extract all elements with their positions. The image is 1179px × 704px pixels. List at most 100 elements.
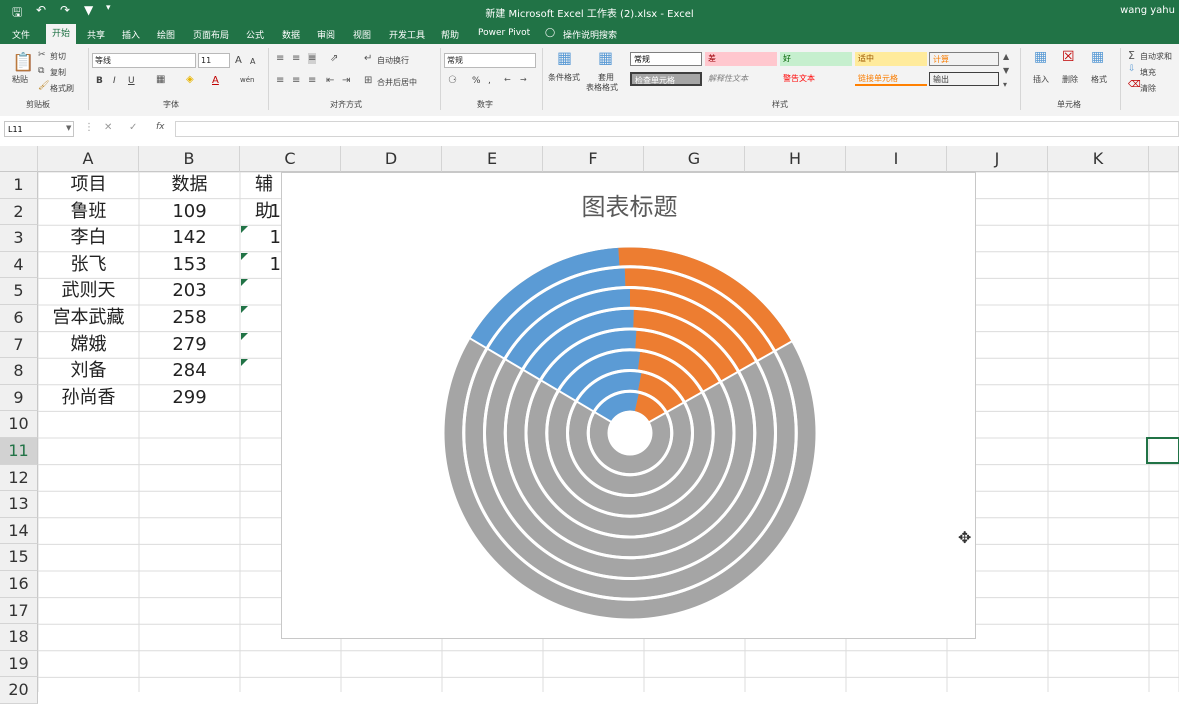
autosum-icon[interactable]: Σ	[1128, 49, 1135, 62]
cell-style-calculation[interactable]: 计算	[929, 52, 999, 66]
column-header-j[interactable]: J	[947, 146, 1048, 172]
styles-scroll-up-icon[interactable]: ▲	[1003, 52, 1009, 61]
cell-a9[interactable]: 孙尚香	[38, 385, 139, 412]
error-indicator-icon[interactable]	[241, 359, 248, 367]
paste-icon[interactable]: 📋	[12, 52, 34, 73]
tab-home[interactable]: 开始	[46, 24, 77, 44]
cell-style-neutral[interactable]: 适中	[855, 52, 927, 66]
name-box-dropdown-icon[interactable]: ▼	[66, 124, 71, 132]
tab-share[interactable]: 共享	[87, 28, 105, 41]
styles-more-icon[interactable]: ▾	[1003, 80, 1007, 89]
cell-style-normal[interactable]: 常规	[630, 52, 702, 66]
insert-function-button[interactable]: fx	[156, 122, 165, 132]
cell-a6[interactable]: 宫本武藏	[38, 305, 139, 332]
cell-style-explanatory[interactable]: 解释性文本	[705, 72, 777, 86]
column-header-h[interactable]: H	[745, 146, 846, 172]
font-name-select[interactable]: 等线	[92, 53, 196, 68]
bold-button[interactable]: B	[96, 76, 103, 86]
row-header-18[interactable]: 18	[0, 624, 38, 651]
row-header-1[interactable]: 1	[0, 172, 38, 199]
column-header-k[interactable]: K	[1048, 146, 1149, 172]
styles-scroll-down-icon[interactable]: ▼	[1003, 66, 1009, 75]
cell-b5[interactable]: 203	[139, 278, 240, 305]
format-cells-icon[interactable]: ▦	[1091, 49, 1104, 65]
cell-b3[interactable]: 142	[139, 225, 240, 252]
cell-style-check-cell[interactable]: 检查单元格	[630, 72, 702, 86]
cancel-icon[interactable]: ✕	[104, 122, 112, 133]
currency-icon[interactable]: ⚆	[448, 75, 457, 86]
cell-b2[interactable]: 109	[139, 199, 240, 226]
error-indicator-icon[interactable]	[241, 279, 248, 287]
decrease-decimal-icon[interactable]: →	[520, 75, 527, 84]
clear-button[interactable]: 清除	[1140, 83, 1156, 94]
tab-developer[interactable]: 开发工具	[389, 28, 425, 41]
align-left-icon[interactable]: ≡	[276, 75, 284, 86]
delete-cells-icon[interactable]: ☒	[1062, 49, 1075, 65]
cut-button[interactable]: 剪切	[50, 51, 66, 62]
column-header-f[interactable]: F	[543, 146, 644, 172]
cell-style-bad[interactable]: 差	[705, 52, 777, 66]
column-header-d[interactable]: D	[341, 146, 442, 172]
format-painter-icon[interactable]: 🖌	[38, 81, 49, 91]
cell-b8[interactable]: 284	[139, 358, 240, 385]
row-header-16[interactable]: 16	[0, 571, 38, 598]
row-header-2[interactable]: 2	[0, 198, 38, 226]
cell-b9[interactable]: 299	[139, 385, 240, 412]
name-box[interactable]: L11	[4, 121, 74, 137]
format-as-table-icon[interactable]: ▦	[598, 48, 613, 67]
tab-draw[interactable]: 绘图	[157, 28, 175, 41]
tab-insert[interactable]: 插入	[122, 28, 140, 41]
orientation-icon[interactable]: ⇗	[330, 53, 338, 64]
merge-center-button[interactable]: 合并后居中	[377, 77, 417, 88]
cell-style-warning[interactable]: 警告文本	[780, 72, 852, 86]
cell-a2[interactable]: 鲁班	[38, 199, 139, 226]
tab-page-layout[interactable]: 页面布局	[193, 28, 229, 41]
column-header-l[interactable]	[1149, 146, 1179, 172]
clear-icon[interactable]: ⌫	[1128, 80, 1141, 90]
percent-button[interactable]: %	[472, 76, 481, 86]
column-header-a[interactable]: A	[38, 146, 139, 172]
row-header-3[interactable]: 3	[0, 225, 38, 252]
row-header-15[interactable]: 15	[0, 544, 38, 571]
merge-center-icon[interactable]: ⊞	[364, 75, 372, 86]
align-right-icon[interactable]: ≡	[308, 75, 316, 86]
cell-style-good[interactable]: 好	[780, 52, 852, 66]
wrap-text-button[interactable]: 自动换行	[377, 55, 409, 66]
column-header-g[interactable]: G	[644, 146, 745, 172]
tab-view[interactable]: 视图	[353, 28, 371, 41]
column-header-e[interactable]: E	[442, 146, 543, 172]
row-header-17[interactable]: 17	[0, 597, 38, 625]
enter-icon[interactable]: ✓	[129, 122, 137, 133]
tell-me-search[interactable]: 操作说明搜索	[563, 28, 617, 41]
align-bottom-icon[interactable]: ≡	[308, 53, 317, 64]
phonetic-button[interactable]: wén	[240, 76, 254, 84]
selected-cell[interactable]	[1146, 437, 1179, 464]
tab-formulas[interactable]: 公式	[246, 28, 264, 41]
select-all-corner[interactable]	[0, 146, 38, 172]
borders-icon[interactable]: ▦	[156, 74, 165, 85]
font-size-select[interactable]: 11	[198, 53, 230, 68]
cell-b4[interactable]: 153	[139, 252, 240, 279]
row-header-5[interactable]: 5	[0, 278, 38, 305]
tab-help[interactable]: 帮助	[441, 28, 459, 41]
row-header-19[interactable]: 19	[0, 650, 38, 678]
column-header-c[interactable]: C	[240, 146, 341, 172]
conditional-format-button[interactable]: 条件格式	[548, 72, 580, 83]
error-indicator-icon[interactable]	[241, 226, 248, 234]
font-color-button[interactable]: A	[212, 75, 219, 86]
cell-a7[interactable]: 嫦娥	[38, 332, 139, 359]
italic-button[interactable]: I	[113, 76, 116, 86]
align-center-icon[interactable]: ≡	[292, 75, 300, 86]
wrap-text-icon[interactable]: ↵	[364, 53, 372, 64]
align-middle-icon[interactable]: ≡	[292, 53, 300, 64]
row-header-11[interactable]: 11	[0, 438, 38, 465]
increase-indent-icon[interactable]: ⇥	[342, 75, 350, 86]
cell-a3[interactable]: 李白	[38, 225, 139, 252]
row-header-10[interactable]: 10	[0, 411, 38, 438]
row-header-6[interactable]: 6	[0, 305, 38, 332]
row-header-20[interactable]: 20	[0, 677, 38, 704]
row-header-4[interactable]: 4	[0, 251, 38, 279]
comma-button[interactable]: ,	[488, 76, 491, 86]
format-cells-button[interactable]: 格式	[1091, 74, 1107, 85]
format-as-table-button-line2[interactable]: 表格格式	[586, 82, 618, 93]
